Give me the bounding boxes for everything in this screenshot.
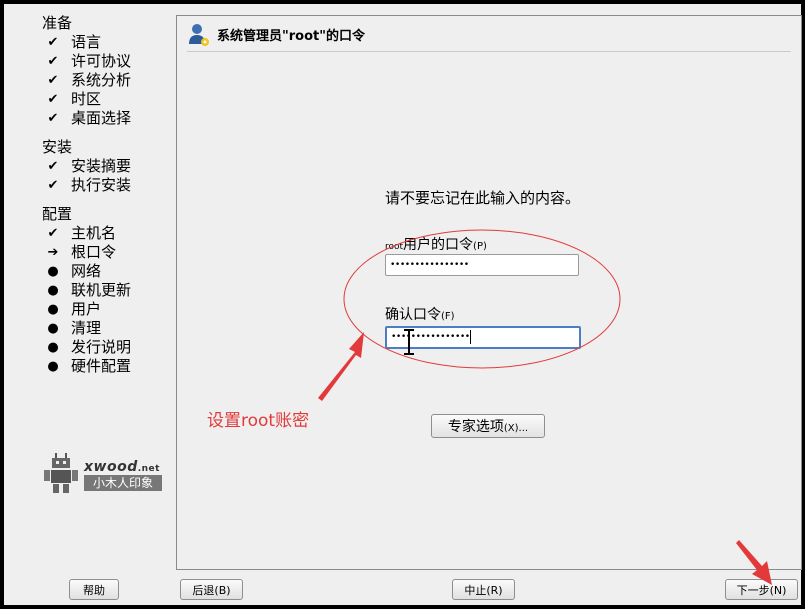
confirm-password-label: 确认口令(F) [385,307,455,323]
step-release-notes: ● 发行说明 [42,338,172,357]
check-icon: ✔ [47,73,59,88]
step-label: 执行安装 [71,176,132,194]
installer-window: 准备 ✔ 语言 ✔ 许可协议 ✔ 系统分析 ✔ 时区 ✔ 桌面选择 安装 ✔ 安装摘要 ✔ 执… [4,4,802,605]
help-button[interactable]: 帮助 [69,579,119,600]
annotation-text: 设置root账密 [207,411,310,431]
password-input[interactable]: •••••••••••••••• [385,254,579,276]
check-icon: ✔ [47,159,59,174]
step-label: 语言 [71,33,102,51]
step-hardware-config: ● 硬件配置 [42,357,172,376]
robot-logo-icon [44,453,78,493]
section-title-config: 配置 [42,205,73,223]
step-label: 联机更新 [71,281,132,299]
step-perform-install: ✔ 执行安装 [42,176,172,195]
step-cleanup: ● 清理 [42,319,172,338]
check-icon: ✔ [47,226,59,241]
bullet-icon: ● [47,283,59,298]
bullet-icon: ● [47,264,59,279]
step-label: 主机名 [71,224,117,242]
step-label: 许可协议 [71,52,132,70]
user-key-icon [189,24,209,46]
watermark-tagline: 小木人印象 [84,475,162,491]
header-divider [187,51,791,52]
step-label: 系统分析 [71,71,132,89]
step-label: 发行说明 [71,338,132,356]
expert-options-button[interactable]: 专家选项(X)... [431,414,545,438]
step-sidebar: 准备 ✔ 语言 ✔ 许可协议 ✔ 系统分析 ✔ 时区 ✔ 桌面选择 安装 ✔ 安装摘要 ✔ 执… [42,14,172,376]
step-root-password: ➔ 根口令 [42,243,172,262]
step-label: 安装摘要 [71,157,132,175]
bullet-icon: ● [47,340,59,355]
check-icon: ✔ [47,111,59,126]
step-network: ● 网络 [42,262,172,281]
back-button[interactable]: 后退(B) [180,579,243,600]
bullet-icon: ● [47,321,59,336]
check-icon: ✔ [47,35,59,50]
step-label: 根口令 [71,243,117,261]
bullet-icon: ● [47,302,59,317]
step-hostname: ✔ 主机名 [42,224,172,243]
step-install-summary: ✔ 安装摘要 [42,157,172,176]
step-system-analysis: ✔ 系统分析 [42,71,172,90]
watermark-brand: xwood.net [84,459,160,475]
step-label: 网络 [71,262,102,280]
text-cursor-icon [404,329,414,355]
section-title-install: 安装 [42,138,73,156]
content-panel: 系统管理员"root"的口令 请不要忘记在此输入的内容。 root用户的口令(P… [176,15,802,570]
step-label: 时区 [71,90,102,108]
step-label: 清理 [71,319,102,337]
step-label: 用户 [71,300,102,318]
step-users: ● 用户 [42,300,172,319]
bullet-icon: ● [47,359,59,374]
arrow-right-icon: ➔ [47,245,59,260]
step-license: ✔ 许可协议 [42,52,172,71]
step-desktop: ✔ 桌面选择 [42,109,172,128]
check-icon: ✔ [47,92,59,107]
step-label: 硬件配置 [71,357,132,375]
step-label: 桌面选择 [71,109,132,127]
check-icon: ✔ [47,54,59,69]
check-icon: ✔ [47,178,59,193]
abort-button[interactable]: 中止(R) [452,579,515,600]
step-timezone: ✔ 时区 [42,90,172,109]
watermark-logo: xwood.net 小木人印象 [42,453,172,495]
password-label: root用户的口令(P) [385,237,487,253]
step-language: ✔ 语言 [42,33,172,52]
page-title: 系统管理员"root"的口令 [217,29,366,44]
section-title-prepare: 准备 [42,14,73,32]
step-online-update: ● 联机更新 [42,281,172,300]
intro-text: 请不要忘记在此输入的内容。 [385,189,581,207]
next-button[interactable]: 下一步(N) [725,579,798,600]
